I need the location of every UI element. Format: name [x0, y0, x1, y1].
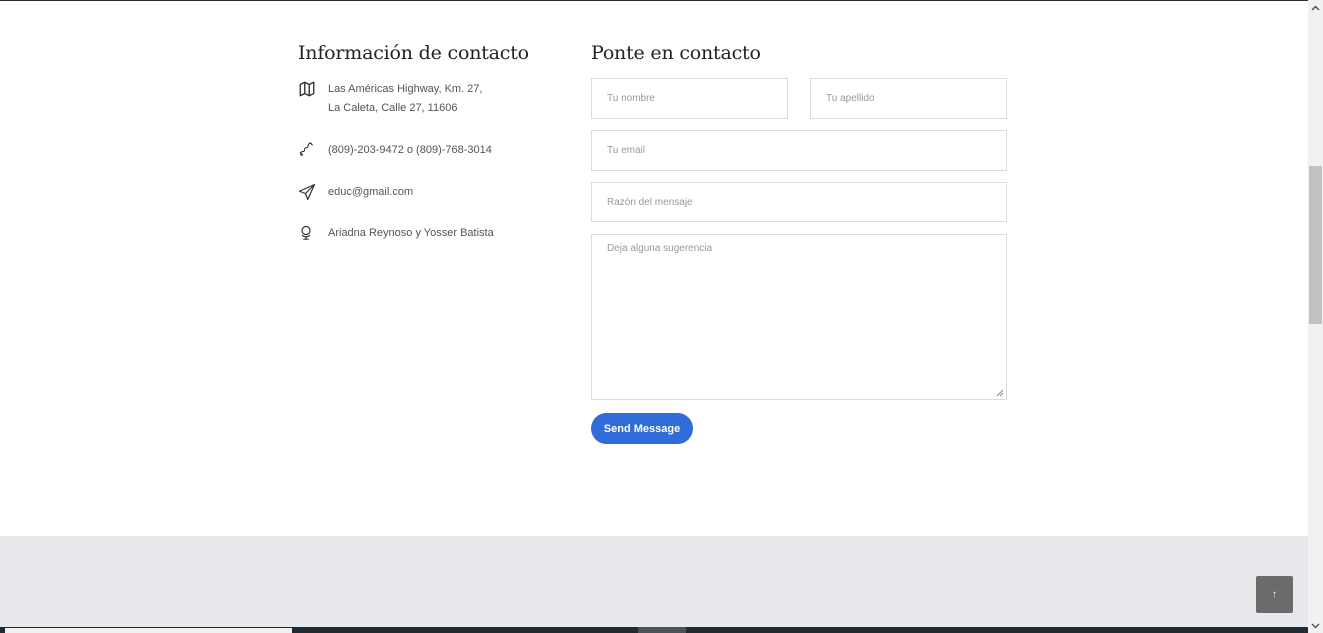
footer-band: [0, 536, 1308, 627]
send-message-button[interactable]: Send Message: [591, 413, 693, 444]
scroll-up-icon[interactable]: [1308, 0, 1323, 15]
email-item: educ@gmail.com: [298, 183, 413, 203]
back-to-top-button[interactable]: ↑: [1256, 576, 1293, 613]
address-item: Las Américas Highway, Km. 27, La Caleta,…: [298, 80, 482, 118]
phone-text: (809)-203-9472 o (809)-768-3014: [328, 144, 492, 156]
vertical-scrollbar[interactable]: [1308, 0, 1323, 633]
last-name-input[interactable]: Tu apellido: [810, 78, 1007, 119]
contact-info-column: Información de contacto Las Américas Hig…: [298, 41, 558, 240]
message-placeholder: Deja alguna sugerencia: [607, 243, 713, 254]
paper-plane-icon: [298, 183, 328, 203]
message-textarea[interactable]: Deja alguna sugerencia: [591, 234, 1007, 400]
email-text: educ@gmail.com: [328, 186, 414, 198]
contact-info-heading: Información de contacto: [298, 42, 529, 64]
contact-form-heading: Ponte en contacto: [591, 42, 761, 64]
contact-section: Información de contacto Las Américas Hig…: [0, 1, 1308, 536]
scroll-down-icon[interactable]: [1308, 618, 1323, 633]
first-name-input[interactable]: Tu nombre: [591, 78, 788, 119]
map-icon: [298, 80, 328, 100]
resize-grip-icon[interactable]: [996, 389, 1004, 397]
authors-item: Ariadna Reynoso y Yosser Batista: [298, 224, 494, 244]
footer-strip-block: [638, 627, 686, 633]
phone-item: (809)-203-9472 o (809)-768-3014: [298, 141, 492, 161]
phone-icon: [298, 141, 328, 161]
authors-text: Ariadna Reynoso y Yosser Batista: [328, 227, 494, 239]
email-input[interactable]: Tu email: [591, 130, 1007, 171]
address-text: Las Américas Highway, Km. 27, La Caleta,…: [328, 80, 482, 118]
scrollbar-thumb[interactable]: [1309, 166, 1322, 324]
footer-strip: [0, 627, 1308, 633]
subject-input[interactable]: Razón del mensaje: [591, 182, 1007, 222]
address-line-2: La Caleta, Calle 27, 11606: [328, 102, 458, 114]
arrow-up-icon: ↑: [1272, 589, 1277, 600]
globe-icon: [298, 224, 328, 244]
footer-strip-light: [5, 628, 292, 633]
address-line-1: Las Américas Highway, Km. 27,: [328, 83, 483, 95]
contact-form: Ponte en contacto Tu nombre Tu apellido …: [591, 41, 1007, 444]
